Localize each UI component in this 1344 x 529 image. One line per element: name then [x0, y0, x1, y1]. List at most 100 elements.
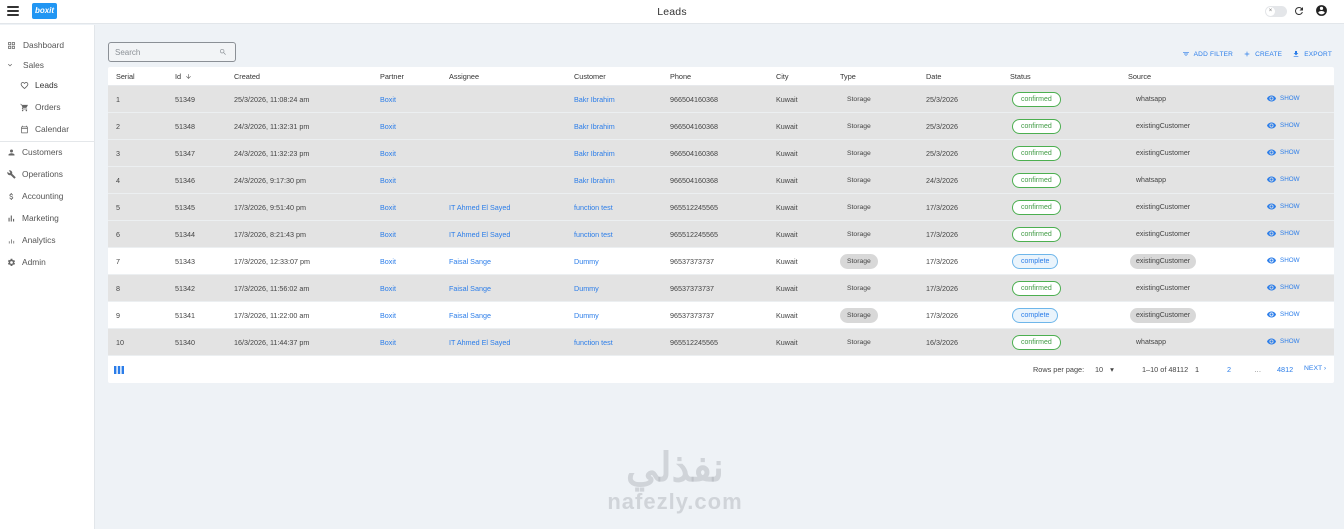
table-row[interactable]: 5 51345 17/3/2026, 9:51:40 pm Boxit IT Ahmed… [108, 194, 1334, 221]
cell-partner-link[interactable]: Boxit [380, 284, 396, 293]
rows-per-page-select[interactable]: 10 ▾ [1095, 365, 1114, 374]
column-header-status[interactable]: Status [1010, 72, 1031, 81]
table-row[interactable]: 7 51343 17/3/2026, 12:33:07 pm Boxit Faisal … [108, 248, 1334, 275]
theme-toggle[interactable]: × [1265, 6, 1287, 17]
cell-customer-link[interactable]: function test [574, 230, 613, 239]
sidebar-item-leads[interactable]: Leads [0, 75, 95, 95]
sidebar-item-marketing[interactable]: Marketing [0, 208, 95, 228]
page-2[interactable]: 2 [1227, 365, 1231, 374]
cell-customer-link[interactable]: Bakr Ibrahim [574, 95, 615, 104]
table-row[interactable]: 3 51347 24/3/2026, 11:32:23 pm Boxit Bakr Ib… [108, 140, 1334, 167]
cell-serial: 5 [116, 203, 120, 212]
cell-serial: 2 [116, 122, 120, 131]
search-field[interactable] [108, 42, 236, 62]
table-row[interactable]: 8 51342 17/3/2026, 11:56:02 am Boxit Faisal … [108, 275, 1334, 302]
table-row[interactable]: 2 51348 24/3/2026, 11:32:31 pm Boxit Bakr Ib… [108, 113, 1334, 140]
cell-assignee-link[interactable]: IT Ahmed El Sayed [449, 203, 510, 212]
cell-partner-link[interactable]: Boxit [380, 338, 396, 347]
sidebar-item-operations[interactable]: Operations [0, 164, 95, 184]
show-button[interactable]: SHOW [1267, 95, 1300, 102]
table-row[interactable]: 10 51340 16/3/2026, 11:44:37 pm Boxit IT Ahm… [108, 329, 1334, 356]
show-button[interactable]: SHOW [1267, 122, 1300, 129]
cell-date: 25/3/2026 [926, 149, 958, 158]
column-header-created[interactable]: Created [234, 72, 260, 81]
show-button[interactable]: SHOW [1267, 149, 1300, 156]
column-header-date[interactable]: Date [926, 72, 941, 81]
watermark-arabic: نفذلي [626, 446, 724, 490]
show-button[interactable]: SHOW [1267, 338, 1300, 345]
show-button[interactable]: SHOW [1267, 284, 1300, 291]
sidebar-item-accounting[interactable]: Accounting [0, 186, 95, 206]
table-row[interactable]: 6 51344 17/3/2026, 8:21:43 pm Boxit IT Ahmed… [108, 221, 1334, 248]
table-row[interactable]: 4 51346 24/3/2026, 9:17:30 pm Boxit Bakr Ibr… [108, 167, 1334, 194]
page-1[interactable]: 1 [1195, 365, 1199, 374]
sidebar-item-label: Analytics [22, 235, 56, 245]
show-button[interactable]: SHOW [1267, 176, 1300, 183]
sidebar-item-customers[interactable]: Customers [0, 142, 95, 162]
source-chip: existingCustomer [1136, 123, 1191, 130]
cell-partner-link[interactable]: Boxit [380, 95, 396, 104]
cell-customer-link[interactable]: function test [574, 338, 613, 347]
cell-customer-link[interactable]: function test [574, 203, 613, 212]
refresh-icon[interactable] [1293, 5, 1305, 17]
cell-city: Kuwait [776, 203, 798, 212]
sidebar-item-admin[interactable]: Admin [0, 252, 95, 272]
cell-partner-link[interactable]: Boxit [380, 230, 396, 239]
export-button[interactable]: EXPORT [1292, 50, 1332, 58]
cell-date: 17/3/2026 [926, 230, 958, 239]
column-header-city[interactable]: City [776, 72, 789, 81]
cell-partner-link[interactable]: Boxit [380, 149, 396, 158]
search-input[interactable] [109, 43, 209, 61]
cell-assignee-link[interactable]: Faisal Sange [449, 257, 491, 266]
column-header-id[interactable]: Id [175, 72, 192, 81]
show-button[interactable]: SHOW [1267, 230, 1300, 237]
search-icon[interactable] [219, 48, 227, 56]
type-chip: Storage [847, 339, 871, 346]
sidebar-item-orders[interactable]: Orders [0, 97, 95, 117]
cell-partner-link[interactable]: Boxit [380, 203, 396, 212]
cell-assignee-link[interactable]: Faisal Sange [449, 311, 491, 320]
cell-serial: 1 [116, 95, 120, 104]
sidebar-item-calendar[interactable]: Calendar [0, 119, 95, 139]
cell-city: Kuwait [776, 149, 798, 158]
cell-partner-link[interactable]: Boxit [380, 311, 396, 320]
cell-customer-link[interactable]: Dummy [574, 284, 599, 293]
cell-assignee-link[interactable]: IT Ahmed El Sayed [449, 338, 510, 347]
show-button[interactable]: SHOW [1267, 311, 1300, 318]
cell-customer-link[interactable]: Bakr Ibrahim [574, 176, 615, 185]
add-filter-button[interactable]: ADD FILTER [1182, 50, 1233, 58]
cell-assignee-link[interactable]: IT Ahmed El Sayed [449, 230, 510, 239]
account-circle-icon[interactable] [1315, 4, 1328, 17]
show-button[interactable]: SHOW [1267, 257, 1300, 264]
page-last[interactable]: 4812 [1277, 365, 1293, 374]
cell-assignee-link[interactable]: Faisal Sange [449, 284, 491, 293]
cell-customer-link[interactable]: Dummy [574, 257, 599, 266]
table-row[interactable]: 1 51349 25/3/2026, 11:08:24 am Boxit Bakr Ib… [108, 86, 1334, 113]
cell-phone: 965512245565 [670, 230, 718, 239]
cell-partner-link[interactable]: Boxit [380, 122, 396, 131]
cell-customer-link[interactable]: Bakr Ibrahim [574, 122, 615, 131]
table-row[interactable]: 9 51341 17/3/2026, 11:22:00 am Boxit Faisal … [108, 302, 1334, 329]
column-header-phone[interactable]: Phone [670, 72, 691, 81]
column-header-source[interactable]: Source [1128, 72, 1151, 81]
sort-arrow-down-icon[interactable] [185, 73, 192, 80]
chevron-down-icon [8, 63, 12, 67]
cell-created: 16/3/2026, 11:44:37 pm [234, 338, 310, 347]
cell-customer-link[interactable]: Dummy [574, 311, 599, 320]
column-header-partner[interactable]: Partner [380, 72, 404, 81]
column-header-assignee[interactable]: Assignee [449, 72, 479, 81]
sidebar-item-sales[interactable]: Sales [0, 55, 95, 75]
column-header-type[interactable]: Type [840, 72, 856, 81]
show-button[interactable]: SHOW [1267, 203, 1300, 210]
cell-partner-link[interactable]: Boxit [380, 257, 396, 266]
cell-customer-link[interactable]: Bakr Ibrahim [574, 149, 615, 158]
sidebar-item-analytics[interactable]: Analytics [0, 230, 95, 250]
columns-icon[interactable] [114, 366, 124, 374]
rows-per-page-value: 10 [1095, 365, 1104, 374]
column-header-customer[interactable]: Customer [574, 72, 606, 81]
sidebar-item-dashboard[interactable]: Dashboard [0, 35, 95, 55]
create-button[interactable]: CREATE [1243, 50, 1282, 58]
cell-partner-link[interactable]: Boxit [380, 176, 396, 185]
next-page-button[interactable]: NEXT › [1304, 365, 1326, 372]
column-header-serial[interactable]: Serial [116, 72, 135, 81]
